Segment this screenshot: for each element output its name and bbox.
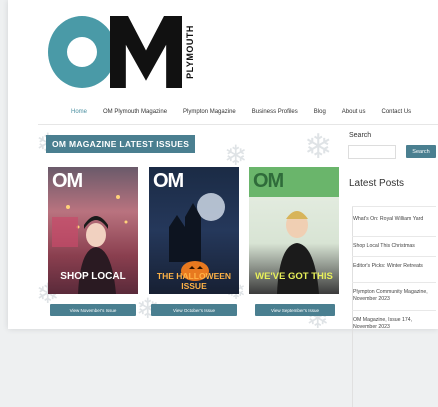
nav-item-about-us[interactable]: About us xyxy=(334,104,374,124)
om-plymouth-logo[interactable]: PLYMOUTH xyxy=(48,16,198,88)
divider xyxy=(352,310,436,311)
nav-item-home[interactable]: Home xyxy=(63,104,96,125)
search-button[interactable]: Search xyxy=(406,145,436,158)
view-october-issue-button[interactable]: View October's Issue xyxy=(151,304,237,316)
nav-item-om-plymouth-magazine[interactable]: OM Plymouth Magazine xyxy=(95,104,175,124)
post-link[interactable]: What's On: Royal William Yard xyxy=(353,216,435,223)
search-input[interactable] xyxy=(348,145,396,159)
nav-item-blog[interactable]: Blog xyxy=(306,104,334,124)
logo-plymouth: PLYMOUTH xyxy=(185,25,196,79)
post-link[interactable]: Editor's Picks: Winter Retreats xyxy=(353,263,435,270)
view-november-issue-button[interactable]: View November's Issue xyxy=(50,304,136,316)
latest-issues-section: ❄ ❄ ❄ ❄ ❄ ❄ ❄ OM MAGAZINE LATEST ISSUES … xyxy=(36,130,341,329)
search-label: Search xyxy=(349,132,372,139)
divider xyxy=(352,282,436,283)
divider xyxy=(352,236,436,237)
nav-item-plympton-magazine[interactable]: Plympton Magazine xyxy=(175,104,244,124)
cover-november[interactable]: OM SHOP LOCAL xyxy=(48,167,138,294)
latest-posts-heading: Latest Posts xyxy=(349,178,405,189)
nav-divider xyxy=(38,124,438,125)
divider xyxy=(352,206,436,207)
cover-september[interactable]: OM WE'VE GOT THIS xyxy=(249,167,339,294)
post-list-border xyxy=(352,207,353,407)
snowflake-icon: ❄ xyxy=(224,140,248,171)
post-link[interactable]: Plympton Community Magazine, November 20… xyxy=(353,289,435,303)
latest-issues-heading: OM MAGAZINE LATEST ISSUES xyxy=(46,135,196,153)
cover-masthead: OM xyxy=(153,170,184,192)
cover-headline: SHOP LOCAL xyxy=(60,271,126,282)
cover-masthead: OM xyxy=(253,170,284,192)
nav-item-contact-us[interactable]: Contact Us xyxy=(373,104,419,124)
logo-m xyxy=(110,16,182,88)
page: PLYMOUTH Home OM Plymouth Magazine Plymp… xyxy=(8,0,438,407)
cover-october[interactable]: OM THE HALLOWEEN ISSUE xyxy=(149,167,239,294)
logo-o xyxy=(48,16,116,88)
divider xyxy=(352,256,436,257)
post-link[interactable]: Shop Local This Christmas xyxy=(353,243,435,250)
cover-masthead: OM xyxy=(52,170,83,192)
cover-headline: THE HALLOWEEN ISSUE xyxy=(156,271,232,291)
cover-headline: WE'VE GOT THIS xyxy=(255,271,333,282)
main-nav: Home OM Plymouth Magazine Plympton Magaz… xyxy=(63,104,419,125)
view-september-issue-button[interactable]: View September's Issue xyxy=(255,304,335,316)
snowflake-icon: ❄ xyxy=(304,130,333,166)
nav-item-business-profiles[interactable]: Business Profiles xyxy=(244,104,306,124)
